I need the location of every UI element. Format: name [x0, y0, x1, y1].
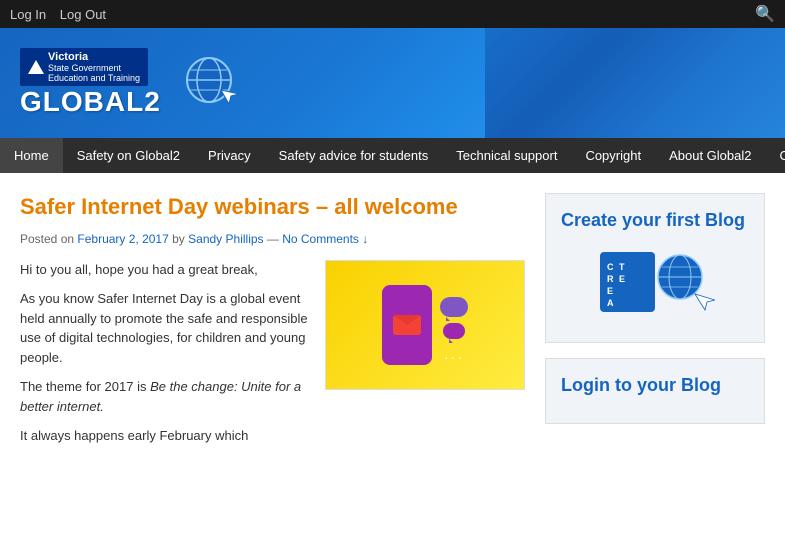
svg-text:T: T: [619, 262, 625, 272]
vic-name: Victoria: [48, 51, 140, 63]
svg-text:C: C: [607, 262, 614, 272]
vic-gov-badge: Victoria State Government Education and …: [20, 48, 148, 86]
site-name: GLOBAL2: [20, 86, 161, 118]
main-nav: Home Safety on Global2 Privacy Safety ad…: [0, 138, 785, 173]
phone-illustration: ···: [382, 285, 468, 365]
login-blog-title: Login to your Blog: [561, 374, 749, 397]
post-para4: It always happens early February which: [20, 426, 525, 446]
nav-about-global2[interactable]: About Global2: [655, 138, 765, 173]
create-blog-widget: Create your first Blog C R E A T E: [545, 193, 765, 343]
nav-safety-global2[interactable]: Safety on Global2: [63, 138, 194, 173]
chat-bubble-1: [440, 297, 468, 317]
post-body: ··· Hi to you all, hope you had a great …: [20, 260, 525, 446]
svg-text:E: E: [607, 286, 613, 296]
meta-separator: —: [267, 232, 279, 246]
nav-safety-students[interactable]: Safety advice for students: [265, 138, 443, 173]
vic-state: State Government: [48, 63, 140, 73]
nav-privacy[interactable]: Privacy: [194, 138, 265, 173]
nav-technical-support[interactable]: Technical support: [442, 138, 571, 173]
chat-area: ···: [440, 297, 468, 365]
svg-text:E: E: [619, 274, 625, 284]
login-blog-widget: Login to your Blog: [545, 358, 765, 423]
post-date-link[interactable]: February 2, 2017: [77, 232, 168, 246]
phone-shape: [382, 285, 432, 365]
search-button[interactable]: 🔍: [755, 4, 775, 24]
post-image: ···: [325, 260, 525, 390]
article: Safer Internet Day webinars – all welcom…: [20, 193, 545, 513]
login-link[interactable]: Log In: [10, 7, 46, 22]
create-blog-title: Create your first Blog: [561, 209, 749, 232]
post-title: Safer Internet Day webinars – all welcom…: [20, 193, 525, 222]
vic-edu: Education and Training: [48, 73, 140, 83]
post-comments-link[interactable]: No Comments ↓: [282, 232, 368, 246]
globe-icon: [181, 52, 241, 115]
chat-bubble-2: [443, 323, 465, 339]
top-bar-links: Log In Log Out: [10, 7, 116, 22]
post-author-link[interactable]: Sandy Phillips: [188, 232, 263, 246]
posted-on-label: Posted on: [20, 232, 74, 246]
nav-home[interactable]: Home: [0, 138, 63, 173]
main-content: Safer Internet Day webinars – all welcom…: [0, 173, 785, 533]
sidebar: Create your first Blog C R E A T E: [545, 193, 765, 513]
vic-triangle-icon: [28, 60, 44, 74]
vic-gov-logo: Victoria State Government Education and …: [20, 48, 161, 118]
site-header: Victoria State Government Education and …: [0, 28, 785, 138]
svg-text:R: R: [607, 274, 614, 284]
post-meta: Posted on February 2, 2017 by Sandy Phil…: [20, 232, 525, 246]
nav-copyright[interactable]: Copyright: [571, 138, 655, 173]
site-logo: Victoria State Government Education and …: [20, 48, 241, 118]
dots-icon: ···: [444, 349, 464, 365]
by-label: by: [172, 232, 188, 246]
top-bar: Log In Log Out 🔍: [0, 0, 785, 28]
create-blog-image: C R E A T E: [561, 242, 749, 322]
logout-link[interactable]: Log Out: [60, 7, 106, 22]
svg-text:A: A: [607, 298, 614, 308]
nav-contact-us[interactable]: Contact us: [765, 138, 785, 173]
envelope-icon: [393, 315, 421, 335]
